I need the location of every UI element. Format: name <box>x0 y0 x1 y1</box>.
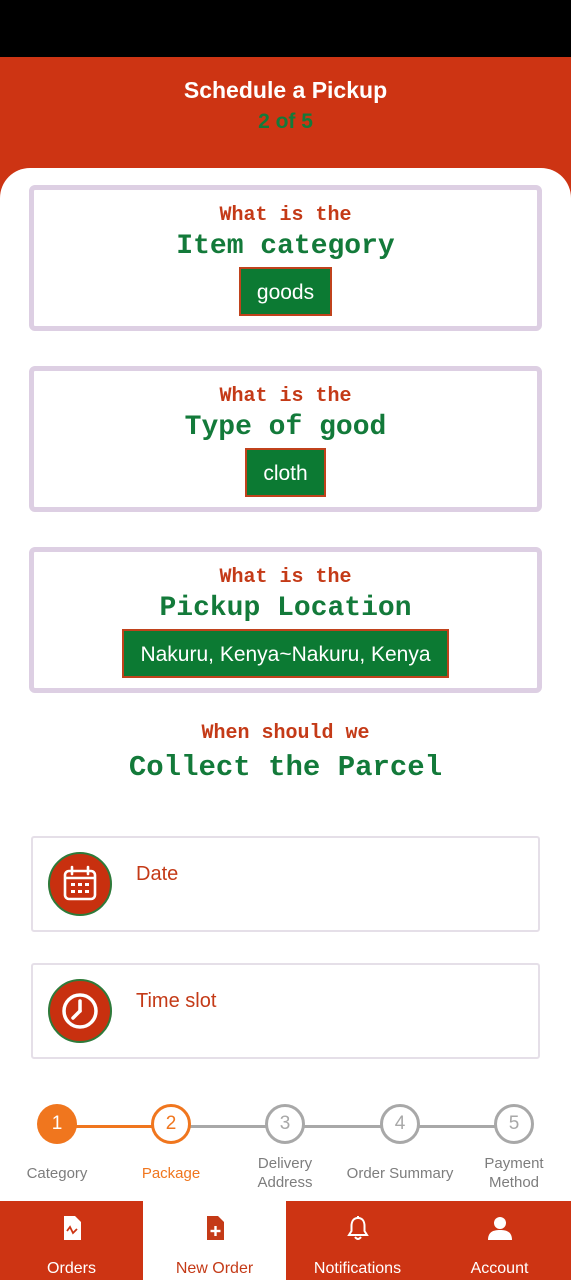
question-prompt: What is the <box>219 204 352 227</box>
clock-icon <box>48 979 112 1043</box>
step-delivery-address[interactable]: 3 <box>225 1104 345 1144</box>
pickup-location-card: What is the Pickup Location Nakuru, Keny… <box>29 547 542 693</box>
step-number: 4 <box>380 1104 420 1144</box>
question-field: Item category <box>176 231 395 262</box>
calendar-icon <box>48 852 112 916</box>
step-label-payment-method: Payment Method <box>484 1155 544 1191</box>
time-slot-label: Time slot <box>136 990 217 1012</box>
nav-account[interactable]: Account <box>428 1201 571 1280</box>
question-field: Type of good <box>184 412 387 443</box>
date-label: Date <box>136 863 179 885</box>
step-number: 2 <box>151 1104 191 1144</box>
step-label-delivery-address: Delivery Address <box>257 1155 313 1191</box>
question-prompt: What is the <box>219 385 352 408</box>
step-number: 3 <box>265 1104 305 1144</box>
nav-label: Notifications <box>313 1260 402 1277</box>
item-category-value[interactable]: goods <box>238 267 333 316</box>
step-number: 1 <box>37 1104 77 1144</box>
time-slot-picker[interactable]: Time slot <box>31 963 540 1059</box>
step-order-summary[interactable]: 4 <box>340 1104 460 1144</box>
collect-prompt: When should we <box>201 722 370 745</box>
step-payment-method[interactable]: 5 <box>454 1104 571 1144</box>
nav-new-order[interactable]: New Order <box>143 1201 286 1280</box>
step-label-package: Package <box>141 1165 201 1182</box>
question-prompt: What is the <box>219 566 352 589</box>
bottom-navigation: Orders New Order Notifications Account <box>0 1201 571 1280</box>
nav-orders[interactable]: Orders <box>0 1201 143 1280</box>
nav-notifications[interactable]: Notifications <box>286 1201 429 1280</box>
person-icon <box>428 1215 571 1241</box>
step-counter: 2 of 5 <box>258 110 313 133</box>
step-number: 5 <box>494 1104 534 1144</box>
question-field: Pickup Location <box>159 593 412 624</box>
progress-stepper: 1 2 3 4 5 Category Package Delivery Addr… <box>0 1104 571 1194</box>
add-document-icon <box>143 1215 286 1241</box>
status-bar <box>0 0 571 57</box>
nav-label: Orders <box>47 1260 96 1277</box>
step-label-category: Category <box>26 1165 88 1182</box>
pickup-location-value[interactable]: Nakuru, Kenya~Nakuru, Kenya <box>122 629 449 678</box>
date-picker[interactable]: Date <box>31 836 540 932</box>
step-label-order-summary: Order Summary <box>346 1165 454 1182</box>
collect-title: Collect the Parcel <box>128 751 443 784</box>
receipt-icon <box>0 1215 143 1241</box>
step-category[interactable]: 1 <box>0 1104 117 1144</box>
page-title: Schedule a Pickup <box>183 77 388 103</box>
app-screen: Schedule a Pickup 2 of 5 What is the Ite… <box>0 0 571 1280</box>
bell-icon <box>286 1215 429 1241</box>
type-of-good-card: What is the Type of good cloth <box>29 366 542 512</box>
type-of-good-value[interactable]: cloth <box>245 448 326 497</box>
nav-label: Account <box>470 1260 529 1277</box>
nav-label: New Order <box>175 1260 254 1277</box>
step-package[interactable]: 2 <box>111 1104 231 1144</box>
item-category-card: What is the Item category goods <box>29 185 542 331</box>
